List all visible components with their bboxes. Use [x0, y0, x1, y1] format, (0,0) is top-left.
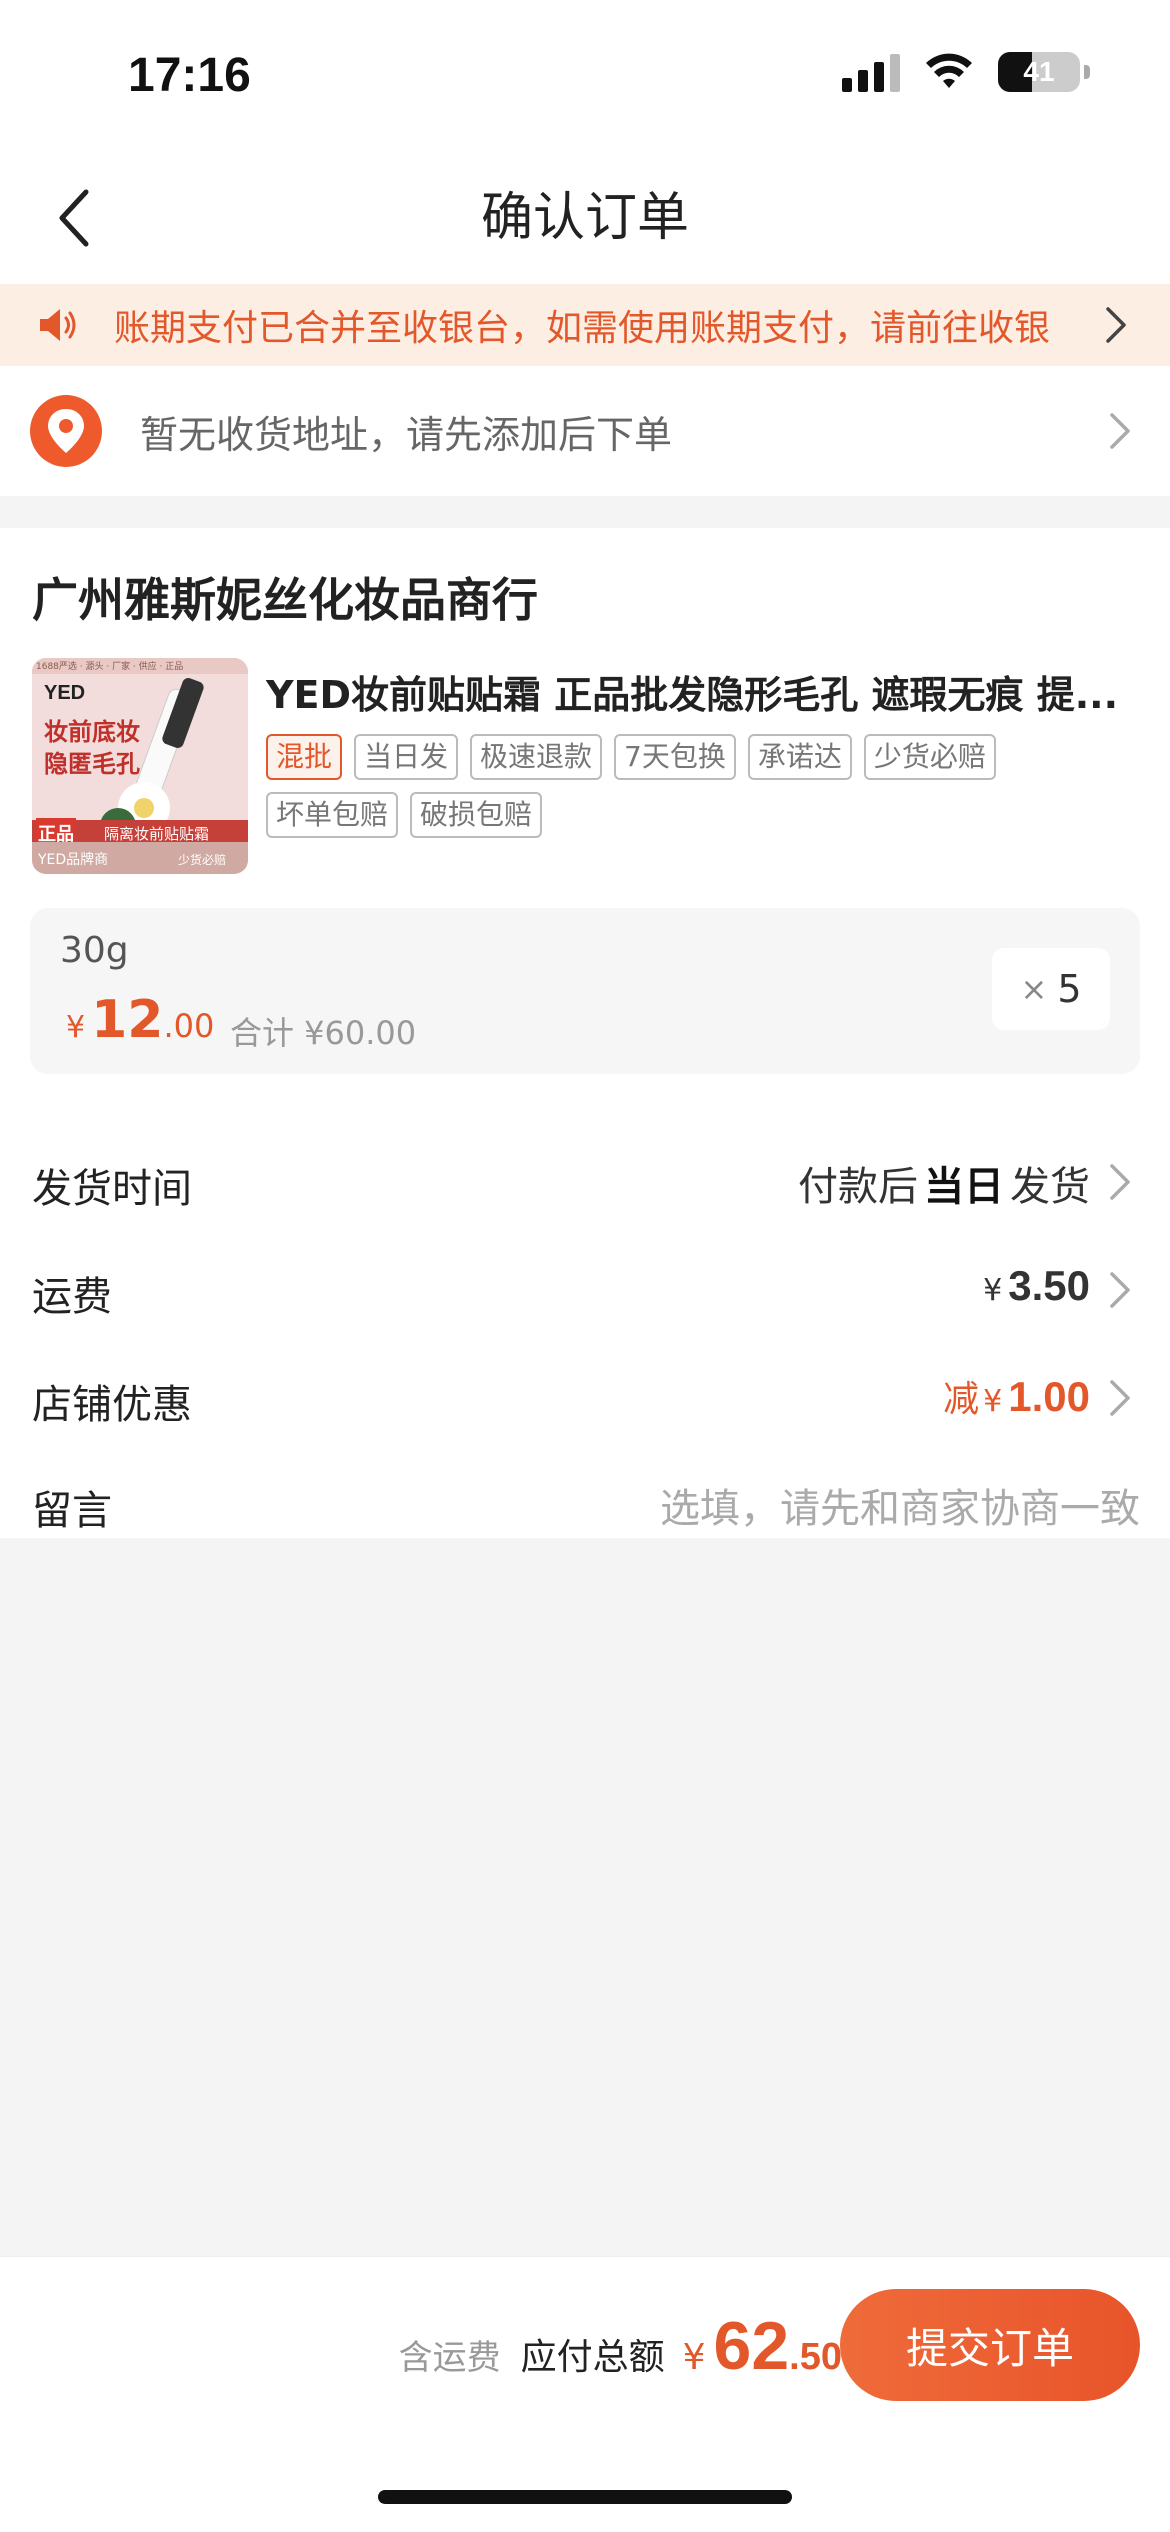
tag-mixed-batch: 混批 [266, 734, 343, 780]
signal-icon [842, 52, 900, 92]
chevron-right-icon [1110, 413, 1130, 449]
tag-same-day-ship: 当日发 [354, 734, 459, 780]
chevron-right-icon [1110, 1164, 1130, 1200]
page-title: 确认订单 [480, 188, 689, 248]
chevron-right-icon [1106, 307, 1126, 343]
product-image-badge: 正品 [38, 824, 74, 845]
tag-fast-refund: 极速退款 [470, 734, 603, 780]
notice-text: 账期支付已合并至收银台，如需使用账期支付，请前往收银 [114, 308, 1051, 349]
product-image-top-text: 1688严选 · 源头 · 厂家 · 供应 · 正品 [36, 662, 184, 672]
tag-bad-order-compensation: 坏单包赔 [266, 792, 399, 838]
product-image-footer-left: YED品牌商 [38, 852, 109, 868]
delivery-suffix: 发货 [1010, 1164, 1090, 1210]
shipping-fee-row[interactable]: 运费 ¥ 3.50 [0, 1234, 1170, 1342]
shop-order-card: 广州雅斯妮丝化妆品商行 1688严选 · 源头 · 厂家 · 供应 · 正品 Y… [0, 528, 1170, 1538]
message-row: 留言 选填，请先和商家协商一致 [0, 1448, 1170, 1556]
delivery-time-row[interactable]: 发货时间 付款后 当日 发货 [0, 1126, 1170, 1234]
discount-prefix: 减 [943, 1379, 980, 1420]
order-total-summary: 含运费 应付总额 ¥ 62 .50 [399, 2307, 842, 2385]
multiply-icon: × [1020, 970, 1048, 1008]
shop-discount-row[interactable]: 店铺优惠 减 ¥ 1.00 [0, 1342, 1170, 1450]
tag-7day-exchange: 7天包换 [614, 734, 736, 780]
status-time: 17:16 [128, 49, 251, 102]
message-label: 留言 [32, 1488, 112, 1534]
tag-shortage-compensation: 少货必赔 [863, 734, 996, 780]
shop-discount-value: 减 ¥ 1.00 [943, 1370, 1090, 1422]
battery-level: 41 [1023, 56, 1055, 87]
product-image-line1: 妆前底妆 [44, 718, 140, 746]
payment-notice-banner[interactable]: 账期支付已合并至收银台，如需使用账期支付，请前往收银 [0, 284, 1170, 366]
delivery-prefix: 付款后 [798, 1164, 918, 1210]
sku-subtotal: 合计 ¥60.00 [230, 1014, 417, 1052]
status-bar: 17:16 41 [0, 0, 1170, 150]
delivery-time-value: 付款后 当日 发货 [798, 1154, 1090, 1212]
home-indicator[interactable] [378, 2490, 792, 2504]
unit-price-integer: 12 [91, 990, 164, 1050]
submit-order-button[interactable]: 提交订单 [840, 2289, 1140, 2401]
shipping-fee-amount: 3.50 [1008, 1262, 1090, 1309]
shop-name: 广州雅斯妮丝化妆品商行 [32, 573, 538, 627]
chevron-right-icon [1110, 1380, 1130, 1416]
product-image-brand: YED [44, 682, 86, 704]
speaker-icon [40, 309, 76, 341]
currency-symbol: ¥ [66, 1010, 86, 1045]
product-image-line2: 隐匿毛孔 [44, 750, 140, 778]
address-placeholder: 暂无收货地址，请先添加后下单 [140, 412, 673, 457]
quantity-stepper[interactable]: × 5 [992, 948, 1110, 1030]
total-amount-integer: 62 [713, 2308, 790, 2384]
delivery-time-label: 发货时间 [32, 1166, 192, 1212]
shipping-fee-value: ¥ 3.50 [983, 1262, 1090, 1310]
quantity-value: 5 [1057, 967, 1082, 1011]
wifi-icon [926, 53, 972, 88]
total-label: 应付总额 [520, 2337, 665, 2378]
product-image[interactable]: 1688严选 · 源头 · 厂家 · 供应 · 正品 YED 妆前底妆 隐匿毛孔… [32, 658, 248, 874]
sku-box: 30g ¥ 12 .00 合计 ¥60.00 × 5 [30, 908, 1140, 1074]
product-image-banner: 隔离妆前贴贴霜 [104, 825, 210, 843]
sku-spec: 30g [60, 930, 129, 971]
delivery-highlight: 当日 [924, 1164, 1004, 1210]
currency-symbol: ¥ [682, 2337, 706, 2378]
nav-bar: 确认订单 [0, 150, 1170, 284]
product-image-footer-right: 少货必赔 [178, 853, 227, 867]
tag-damage-compensation: 破损包赔 [410, 792, 543, 838]
currency-symbol: ¥ [983, 1384, 1003, 1419]
shipping-fee-label: 运费 [32, 1274, 112, 1320]
unit-price-decimal: .00 [163, 1007, 215, 1045]
battery-tip [1084, 65, 1090, 79]
product-title[interactable]: YED妆前贴贴霜 正品批发隐形毛孔 遮瑕无痕 提... [266, 664, 1136, 719]
total-amount-decimal: .50 [789, 2336, 842, 2378]
service-tags: 混批 当日发 极速退款 7天包换 承诺达 少货必赔 坏单包赔 破损包赔 [266, 734, 1126, 838]
shop-discount-amount: 1.00 [1008, 1373, 1090, 1420]
status-icons: 41 [842, 52, 1090, 92]
message-input[interactable]: 选填，请先和商家协商一致 [660, 1476, 1140, 1534]
location-pin-icon [30, 395, 102, 467]
tag-promised-delivery: 承诺达 [747, 734, 852, 780]
shop-discount-label: 店铺优惠 [32, 1382, 192, 1428]
chevron-right-icon [1110, 1272, 1130, 1308]
battery-icon: 41 [998, 52, 1080, 92]
includes-shipping-note: 含运费 [398, 2338, 501, 2378]
address-row[interactable]: 暂无收货地址，请先添加后下单 [0, 366, 1170, 496]
currency-symbol: ¥ [983, 1273, 1003, 1308]
unit-price: ¥ 12 .00 [66, 990, 214, 1050]
